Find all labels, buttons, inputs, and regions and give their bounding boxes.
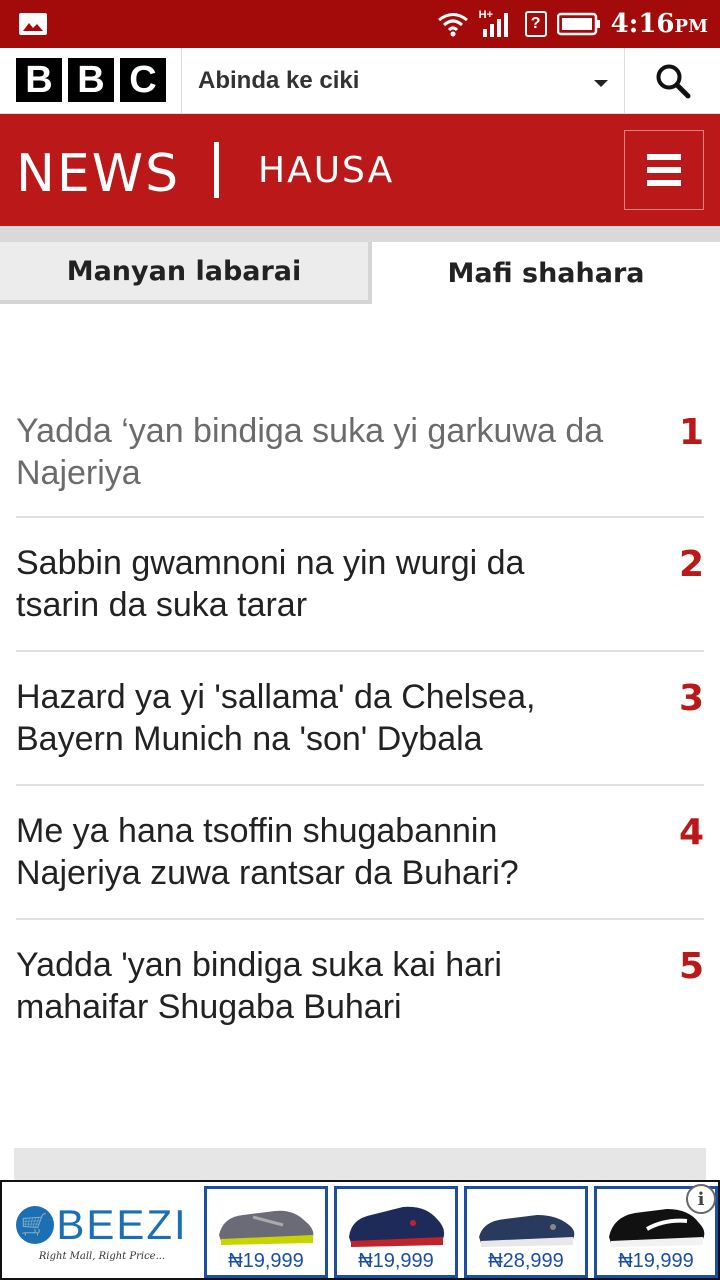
ad-brand: 🛒 BEEZI: [16, 1201, 187, 1249]
list-item[interactable]: Hazard ya yi 'sallama' da Chelsea, Bayer…: [16, 652, 704, 786]
separator-strip: [0, 226, 720, 242]
news-logo[interactable]: NEWS: [16, 144, 180, 204]
gallery-icon: [19, 13, 47, 35]
shoe-icon: [219, 1210, 314, 1245]
ad-product[interactable]: ₦19,999: [204, 1186, 328, 1278]
search-button[interactable]: [625, 48, 720, 114]
ad-tagline: Right Mall, Right Price...: [38, 1250, 166, 1262]
clock-suffix: PM: [674, 16, 708, 37]
list-item[interactable]: Yadda ‘yan bindiga suka yi garkuwa da Na…: [16, 410, 704, 518]
item-rank: 3: [678, 678, 704, 719]
content-select[interactable]: Abinda ke ciki: [182, 48, 624, 114]
item-title: Yadda ‘yan bindiga suka yi garkuwa da Na…: [16, 412, 604, 492]
bbc-logo-c: C: [120, 58, 166, 102]
content-select-label: Abinda ke ciki: [198, 67, 360, 94]
menu-button[interactable]: [624, 130, 704, 210]
ad-price: ₦28,999: [488, 1250, 564, 1272]
ad-brand-logo[interactable]: 🛒 BEEZI Right Mall, Right Price...: [6, 1184, 198, 1278]
sim-icon: ?: [524, 11, 547, 37]
item-rank: 2: [678, 544, 704, 585]
shoe-icon: [479, 1215, 575, 1247]
hamburger-icon: [647, 180, 681, 186]
item-title: Sabbin gwamnoni na yin wurgi da tsarin d…: [16, 544, 525, 624]
item-rank: 5: [678, 946, 704, 987]
hamburger-icon: [647, 154, 681, 160]
item-title: Hazard ya yi 'sallama' da Chelsea, Bayer…: [16, 678, 536, 758]
item-rank: 1: [678, 412, 704, 453]
tab-bar: Manyan labarai Mafi shahara: [0, 242, 720, 304]
list-item[interactable]: Me ya hana tsoffin shugabannin Najeriya …: [16, 786, 704, 920]
ad-price: ₦19,999: [228, 1250, 304, 1272]
wifi-icon: [437, 13, 468, 37]
banner-divider: [214, 142, 219, 198]
list-item[interactable]: Yadda 'yan bindiga suka kai hari mahaifa…: [16, 920, 704, 1054]
sim-icon-label: ?: [530, 15, 541, 32]
section-title[interactable]: HAUSA: [258, 150, 394, 191]
tab-label: Mafi shahara: [447, 257, 645, 289]
clock: 4:16PM: [611, 9, 708, 39]
most-popular-list: Yadda ‘yan bindiga suka yi garkuwa da Na…: [16, 410, 704, 1054]
bbc-header: B B C Abinda ke ciki: [0, 48, 720, 114]
ad-product[interactable]: ₦19,999: [334, 1186, 458, 1278]
bbc-logo[interactable]: B B C: [16, 58, 166, 102]
ad-info-icon[interactable]: i: [686, 1184, 716, 1214]
item-title: Yadda 'yan bindiga suka kai hari mahaifa…: [16, 946, 502, 1026]
tab-top-stories[interactable]: Manyan labarai: [0, 242, 372, 304]
bbc-logo-b1: B: [16, 58, 62, 102]
news-banner: NEWS HAUSA: [0, 114, 720, 226]
ad-price: ₦19,999: [358, 1250, 434, 1272]
item-rank: 4: [678, 812, 704, 853]
clock-time: 4:16: [610, 9, 675, 39]
ad-product[interactable]: ₦28,999: [464, 1186, 588, 1278]
signal-icon: H+: [479, 9, 515, 39]
ad-price: ₦19,999: [618, 1250, 694, 1272]
bbc-logo-b2: B: [68, 58, 114, 102]
search-icon: [656, 64, 690, 99]
list-item[interactable]: Sabbin gwamnoni na yin wurgi da tsarin d…: [16, 518, 704, 652]
cart-icon: 🛒: [16, 1205, 55, 1244]
status-bar: H+ ? 4:16PM: [0, 0, 720, 48]
shoe-icon: [349, 1206, 445, 1247]
item-title: Me ya hana tsoffin shugabannin Najeriya …: [16, 812, 519, 892]
ad-brand-name: BEEZI: [56, 1200, 188, 1248]
ad-banner[interactable]: 🛒 BEEZI Right Mall, Right Price... ₦19,9…: [0, 1180, 720, 1280]
tab-most-popular[interactable]: Mafi shahara: [372, 242, 720, 304]
battery-icon: [556, 12, 600, 36]
tab-label: Manyan labarai: [66, 255, 302, 287]
caret-down-icon: [594, 80, 608, 87]
hamburger-icon: [647, 167, 681, 173]
